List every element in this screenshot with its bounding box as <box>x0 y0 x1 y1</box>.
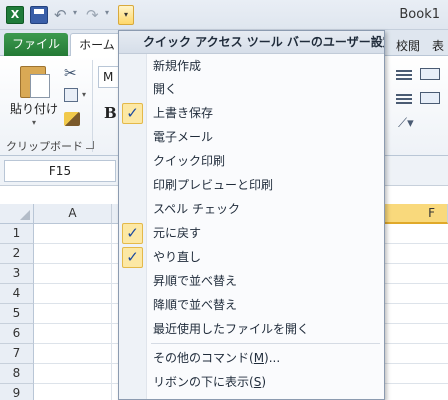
menu-item-email[interactable]: 電子メール <box>119 126 384 149</box>
menu-item-new[interactable]: 新規作成 <box>119 55 384 78</box>
menu-separator <box>151 343 380 344</box>
row-header[interactable]: 2 <box>0 244 34 264</box>
menu-item-open[interactable]: 開く <box>119 78 384 101</box>
bold-button[interactable]: B <box>104 104 117 122</box>
checkmark-icon: ✓ <box>122 223 143 244</box>
menu-item-label: スペル チェック <box>153 202 240 216</box>
show-below-suffix: ) <box>261 375 266 389</box>
excel-app-icon[interactable]: X <box>6 6 24 24</box>
tab-view[interactable]: 表 <box>432 37 444 54</box>
customize-qat-menu: クイック アクセス ツール バーのユーザー設定 新規作成 開く ✓ 上書き保存 … <box>118 30 385 400</box>
orientation-icon[interactable]: ⟋▾ <box>398 116 414 131</box>
more-commands-text: その他のコマンド( <box>153 351 254 365</box>
menu-item-label: 上書き保存 <box>153 106 214 120</box>
save-icon[interactable] <box>30 6 48 24</box>
menu-item-label: 電子メール <box>153 130 214 144</box>
undo-icon[interactable]: ↶ <box>54 6 72 24</box>
group-divider <box>92 60 93 152</box>
row-header[interactable]: 1 <box>0 224 34 244</box>
menu-item-quick-print[interactable]: クイック印刷 <box>119 150 384 173</box>
redo-dropdown-icon[interactable]: ▾ <box>105 8 109 17</box>
row-header[interactable]: 5 <box>0 304 34 324</box>
menu-item-label: クイック印刷 <box>153 154 226 168</box>
cut-icon[interactable]: ✂ <box>64 64 77 82</box>
row-header[interactable]: 9 <box>0 384 34 400</box>
merge-center-icon[interactable] <box>420 92 440 104</box>
tab-file[interactable]: ファイル <box>4 33 68 56</box>
menu-item-label: 昇順で並べ替え <box>153 274 238 288</box>
column-header-f-label: F <box>428 206 435 220</box>
menu-item-redo[interactable]: ✓ やり直し <box>119 246 384 269</box>
menu-item-label: やり直し <box>153 250 202 264</box>
menu-item-label: 最近使用したファイルを開く <box>153 322 310 336</box>
menu-item-sort-ascending[interactable]: 昇順で並べ替え <box>119 270 384 293</box>
format-painter-icon[interactable] <box>64 112 80 126</box>
wrap-text-icon[interactable] <box>420 68 440 80</box>
menu-item-undo[interactable]: ✓ 元に戻す <box>119 222 384 245</box>
menu-item-recent-files[interactable]: 最近使用したファイルを開く <box>119 318 384 341</box>
redo-icon[interactable]: ↷ <box>86 6 104 24</box>
row-header[interactable]: 4 <box>0 284 34 304</box>
dialog-launcher-icon[interactable] <box>86 141 94 149</box>
checkmark-icon: ✓ <box>122 103 143 124</box>
more-commands-mnemonic: M <box>253 351 265 365</box>
align-center-icon[interactable] <box>396 94 412 104</box>
column-header-a[interactable]: A <box>34 204 112 224</box>
undo-dropdown-icon[interactable]: ▾ <box>73 8 77 17</box>
checkmark-icon: ✓ <box>122 247 143 268</box>
gridline <box>111 224 112 400</box>
copy-icon[interactable] <box>64 88 78 102</box>
name-box[interactable]: F15 <box>4 160 116 182</box>
paste-button-label[interactable]: 貼り付け <box>10 100 58 117</box>
title-bar: X ↶ ▾ ↷ ▾ ▾ Book1 <box>0 0 448 30</box>
tab-review[interactable]: 校閲 <box>396 37 420 54</box>
menu-item-label: 新規作成 <box>153 59 202 73</box>
paste-dropdown-icon[interactable]: ▾ <box>32 118 36 127</box>
copy-dropdown-icon[interactable]: ▾ <box>82 90 86 99</box>
row-header[interactable]: 3 <box>0 264 34 284</box>
menu-item-label: 元に戻す <box>153 226 202 240</box>
customize-qat-button[interactable]: ▾ <box>118 5 134 25</box>
menu-item-label: 開く <box>153 82 178 96</box>
paste-icon[interactable] <box>20 62 52 98</box>
column-header-f[interactable]: F <box>384 204 448 224</box>
clipboard-paper <box>30 74 50 98</box>
menu-item-label: 印刷プレビューと印刷 <box>153 178 274 192</box>
menu-item-sort-descending[interactable]: 降順で並べ替え <box>119 294 384 317</box>
menu-item-more-commands[interactable]: その他のコマンド(M)... <box>119 347 384 370</box>
menu-item-show-below-ribbon[interactable]: リボンの下に表示(S) <box>119 371 384 394</box>
clipboard-group-label: クリップボード <box>6 140 83 153</box>
tab-home[interactable]: ホーム <box>70 33 124 57</box>
menu-item-label: 降順で並べ替え <box>153 298 238 312</box>
menu-item-save[interactable]: ✓ 上書き保存 <box>119 102 384 125</box>
row-header[interactable]: 8 <box>0 364 34 384</box>
menu-item-spell-check[interactable]: スペル チェック <box>119 198 384 221</box>
show-below-text: リボンの下に表示( <box>153 375 254 389</box>
menu-header: クイック アクセス ツール バーのユーザー設定 <box>119 31 384 54</box>
window-title: Book1 <box>399 7 440 22</box>
select-all-corner[interactable] <box>0 204 34 224</box>
menu-item-print-preview[interactable]: 印刷プレビューと印刷 <box>119 174 384 197</box>
menu-item-label: その他のコマンド(M)... <box>153 347 280 370</box>
align-top-icon[interactable] <box>396 70 412 80</box>
menu-item-label: リボンの下に表示(S) <box>153 371 266 394</box>
row-header[interactable]: 6 <box>0 324 34 344</box>
row-header[interactable]: 7 <box>0 344 34 364</box>
more-commands-suffix: )... <box>264 351 281 365</box>
